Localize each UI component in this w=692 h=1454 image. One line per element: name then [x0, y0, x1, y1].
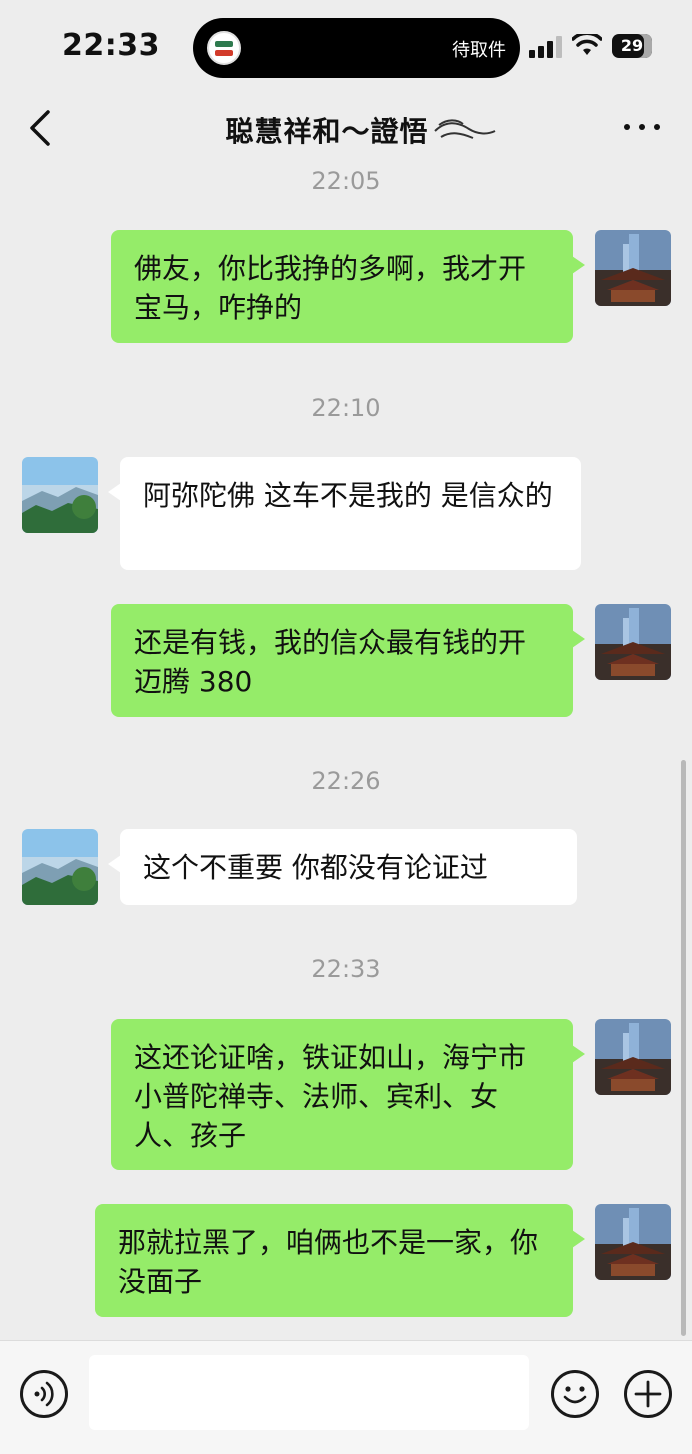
contact-avatar[interactable]: [22, 829, 98, 905]
my-avatar[interactable]: [595, 604, 671, 680]
temple-avatar-image: [595, 1204, 671, 1280]
island-status-text: 待取件: [452, 40, 506, 61]
chat-bubble-sent[interactable]: 还是有钱，我的信众最有钱的开迈腾 380: [111, 604, 585, 717]
temple-avatar-image: [595, 604, 671, 680]
temple-avatar-image: [595, 230, 671, 306]
my-avatar[interactable]: [595, 230, 671, 306]
message-timestamp: 22:05: [311, 167, 381, 195]
voice-input-icon[interactable]: [20, 1370, 68, 1418]
chat-bubble-sent[interactable]: 佛友，你比我挣的多啊，我才开宝马，咋挣的: [111, 230, 585, 343]
message-timestamp: 22:26: [311, 767, 381, 795]
emoji-icon[interactable]: [551, 1370, 599, 1418]
my-avatar[interactable]: [595, 1019, 671, 1095]
temple-avatar-image: [595, 1019, 671, 1095]
contact-avatar[interactable]: [22, 457, 98, 533]
chat-bubble-sent[interactable]: 这还论证啥，铁证如山，海宁市小普陀禅寺、法师、宾利、女人、孩子: [111, 1019, 585, 1170]
contact-name: 聪慧祥和～證悟: [225, 115, 429, 148]
courier-app-icon: [207, 31, 241, 65]
wave-emoji-icon: [433, 119, 495, 139]
chat-header: 聪慧祥和～證悟: [0, 92, 692, 170]
cellular-signal-icon: [529, 36, 563, 58]
add-more-icon[interactable]: [624, 1370, 672, 1418]
message-timestamp: 22:10: [311, 394, 381, 422]
mountain-avatar-image: [22, 457, 98, 533]
mountain-avatar-image: [22, 829, 98, 905]
scrollbar[interactable]: [681, 760, 686, 1336]
message-input-bar: [0, 1340, 692, 1454]
message-timestamp: 22:33: [311, 955, 381, 983]
more-options-icon[interactable]: [624, 115, 660, 139]
message-text-field[interactable]: [89, 1355, 529, 1430]
chat-bubble-received[interactable]: 这个不重要 你都没有论证过: [108, 829, 577, 905]
status-time: 22:33: [62, 28, 160, 63]
my-avatar[interactable]: [595, 1204, 671, 1280]
status-bar: 22:33 待取件 29: [0, 0, 692, 92]
chat-title: 聪慧祥和～證悟: [0, 110, 692, 150]
chat-bubble-received[interactable]: 阿弥陀佛 这车不是我的 是信众的: [108, 457, 581, 570]
chat-bubble-sent[interactable]: 那就拉黑了，咱俩也不是一家，你没面子: [95, 1204, 585, 1317]
dynamic-island[interactable]: 待取件: [193, 18, 520, 78]
wifi-icon: [572, 34, 602, 55]
battery-indicator: 29: [612, 34, 652, 58]
